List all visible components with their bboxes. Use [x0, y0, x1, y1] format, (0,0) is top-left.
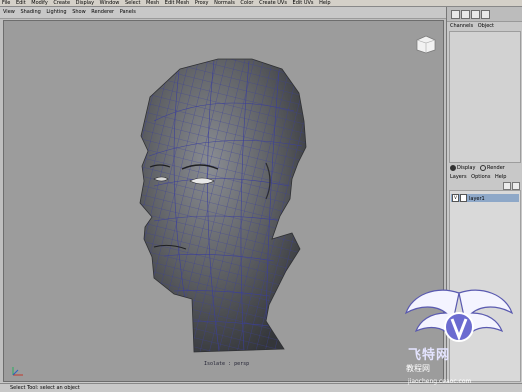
menu-window[interactable]: Window — [100, 0, 120, 6]
layer-type-toggle[interactable] — [460, 194, 467, 202]
watermark-title: 飞特网 — [408, 348, 451, 363]
viewport-3d[interactable]: Isolate : persp — [3, 20, 444, 382]
menu-edit-uvs[interactable]: Edit UVs — [293, 0, 314, 6]
menu-edit[interactable]: Edit — [16, 0, 26, 6]
panel-menu-show[interactable]: Show — [72, 7, 86, 18]
panel-menu-lighting[interactable]: Lighting — [46, 7, 66, 18]
toolbar-button-1[interactable] — [451, 10, 460, 19]
menu-edit-mesh[interactable]: Edit Mesh — [165, 0, 189, 6]
model-panel: View Shading Lighting Show Renderer Pane… — [0, 7, 447, 382]
main-menu-bar: File Edit Modify Create Display Window S… — [0, 0, 522, 7]
new-layer-button[interactable] — [503, 182, 511, 190]
status-message: Select Tool: select an object — [10, 385, 80, 391]
menu-modify[interactable]: Modify — [31, 0, 48, 6]
layer-menu-help[interactable]: Help — [495, 174, 506, 180]
layer-menu-layers[interactable]: Layers — [450, 174, 467, 180]
tab-channels[interactable]: Channels — [450, 23, 473, 29]
panel-menu-panels[interactable]: Panels — [120, 7, 136, 18]
watermark-subtitle: 教程网 — [406, 364, 430, 373]
panel-menu-renderer[interactable]: Renderer — [91, 7, 114, 18]
view-cube-icon[interactable] — [415, 35, 437, 54]
channel-box-tabs: Channels Object — [447, 22, 522, 31]
radio-render-label[interactable]: Render — [487, 165, 505, 171]
menu-create-uvs[interactable]: Create UVs — [259, 0, 287, 6]
panel-menu-view[interactable]: View — [3, 7, 15, 18]
toolbar-button-4[interactable] — [481, 10, 490, 19]
layer-mode-selector: Display Render — [447, 164, 522, 173]
toolbar-button-3[interactable] — [471, 10, 480, 19]
axis-gizmo-icon — [12, 367, 23, 376]
menu-create[interactable]: Create — [53, 0, 70, 6]
camera-prefix: Isolate : — [204, 361, 232, 367]
panel-menu-bar: View Shading Lighting Show Renderer Pane… — [0, 7, 446, 19]
radio-render-icon[interactable] — [480, 164, 487, 171]
menu-proxy[interactable]: Proxy — [195, 0, 209, 6]
layer-name[interactable]: layer1 — [469, 196, 485, 202]
tab-object[interactable]: Object — [478, 23, 494, 29]
head-mesh[interactable] — [4, 21, 443, 381]
layer-menu-options[interactable]: Options — [471, 174, 490, 180]
toolbar-button-2[interactable] — [461, 10, 470, 19]
menu-normals[interactable]: Normals — [214, 0, 235, 6]
new-layer-selected-button[interactable] — [512, 182, 520, 190]
watermark: 飞特网 教程网 jiaocheng.ceaoc.com — [396, 285, 522, 391]
menu-color[interactable]: Color — [240, 0, 253, 6]
watermark-url: jiaocheng.ceaoc.com — [408, 378, 472, 385]
menu-file[interactable]: File — [2, 0, 10, 6]
menu-mesh[interactable]: Mesh — [146, 0, 159, 6]
menu-help[interactable]: Help — [319, 0, 330, 6]
radio-display-label[interactable]: Display — [457, 165, 475, 171]
channel-box-toolbar — [447, 7, 522, 22]
panel-menu-shading[interactable]: Shading — [20, 7, 40, 18]
channel-box-area[interactable] — [449, 31, 521, 163]
layer-toolbar — [447, 181, 522, 190]
menu-display[interactable]: Display — [76, 0, 94, 6]
wing-logo-icon — [404, 289, 514, 342]
menu-select[interactable]: Select — [125, 0, 140, 6]
layer-row[interactable]: Vlayer1 — [451, 194, 519, 202]
radio-display-icon[interactable] — [450, 164, 456, 171]
layer-menu-bar: Layers Options Help — [447, 173, 522, 181]
camera-label: Isolate : persp — [204, 361, 249, 367]
layer-visibility-toggle[interactable]: V — [452, 194, 459, 202]
camera-name: persp — [234, 361, 250, 367]
